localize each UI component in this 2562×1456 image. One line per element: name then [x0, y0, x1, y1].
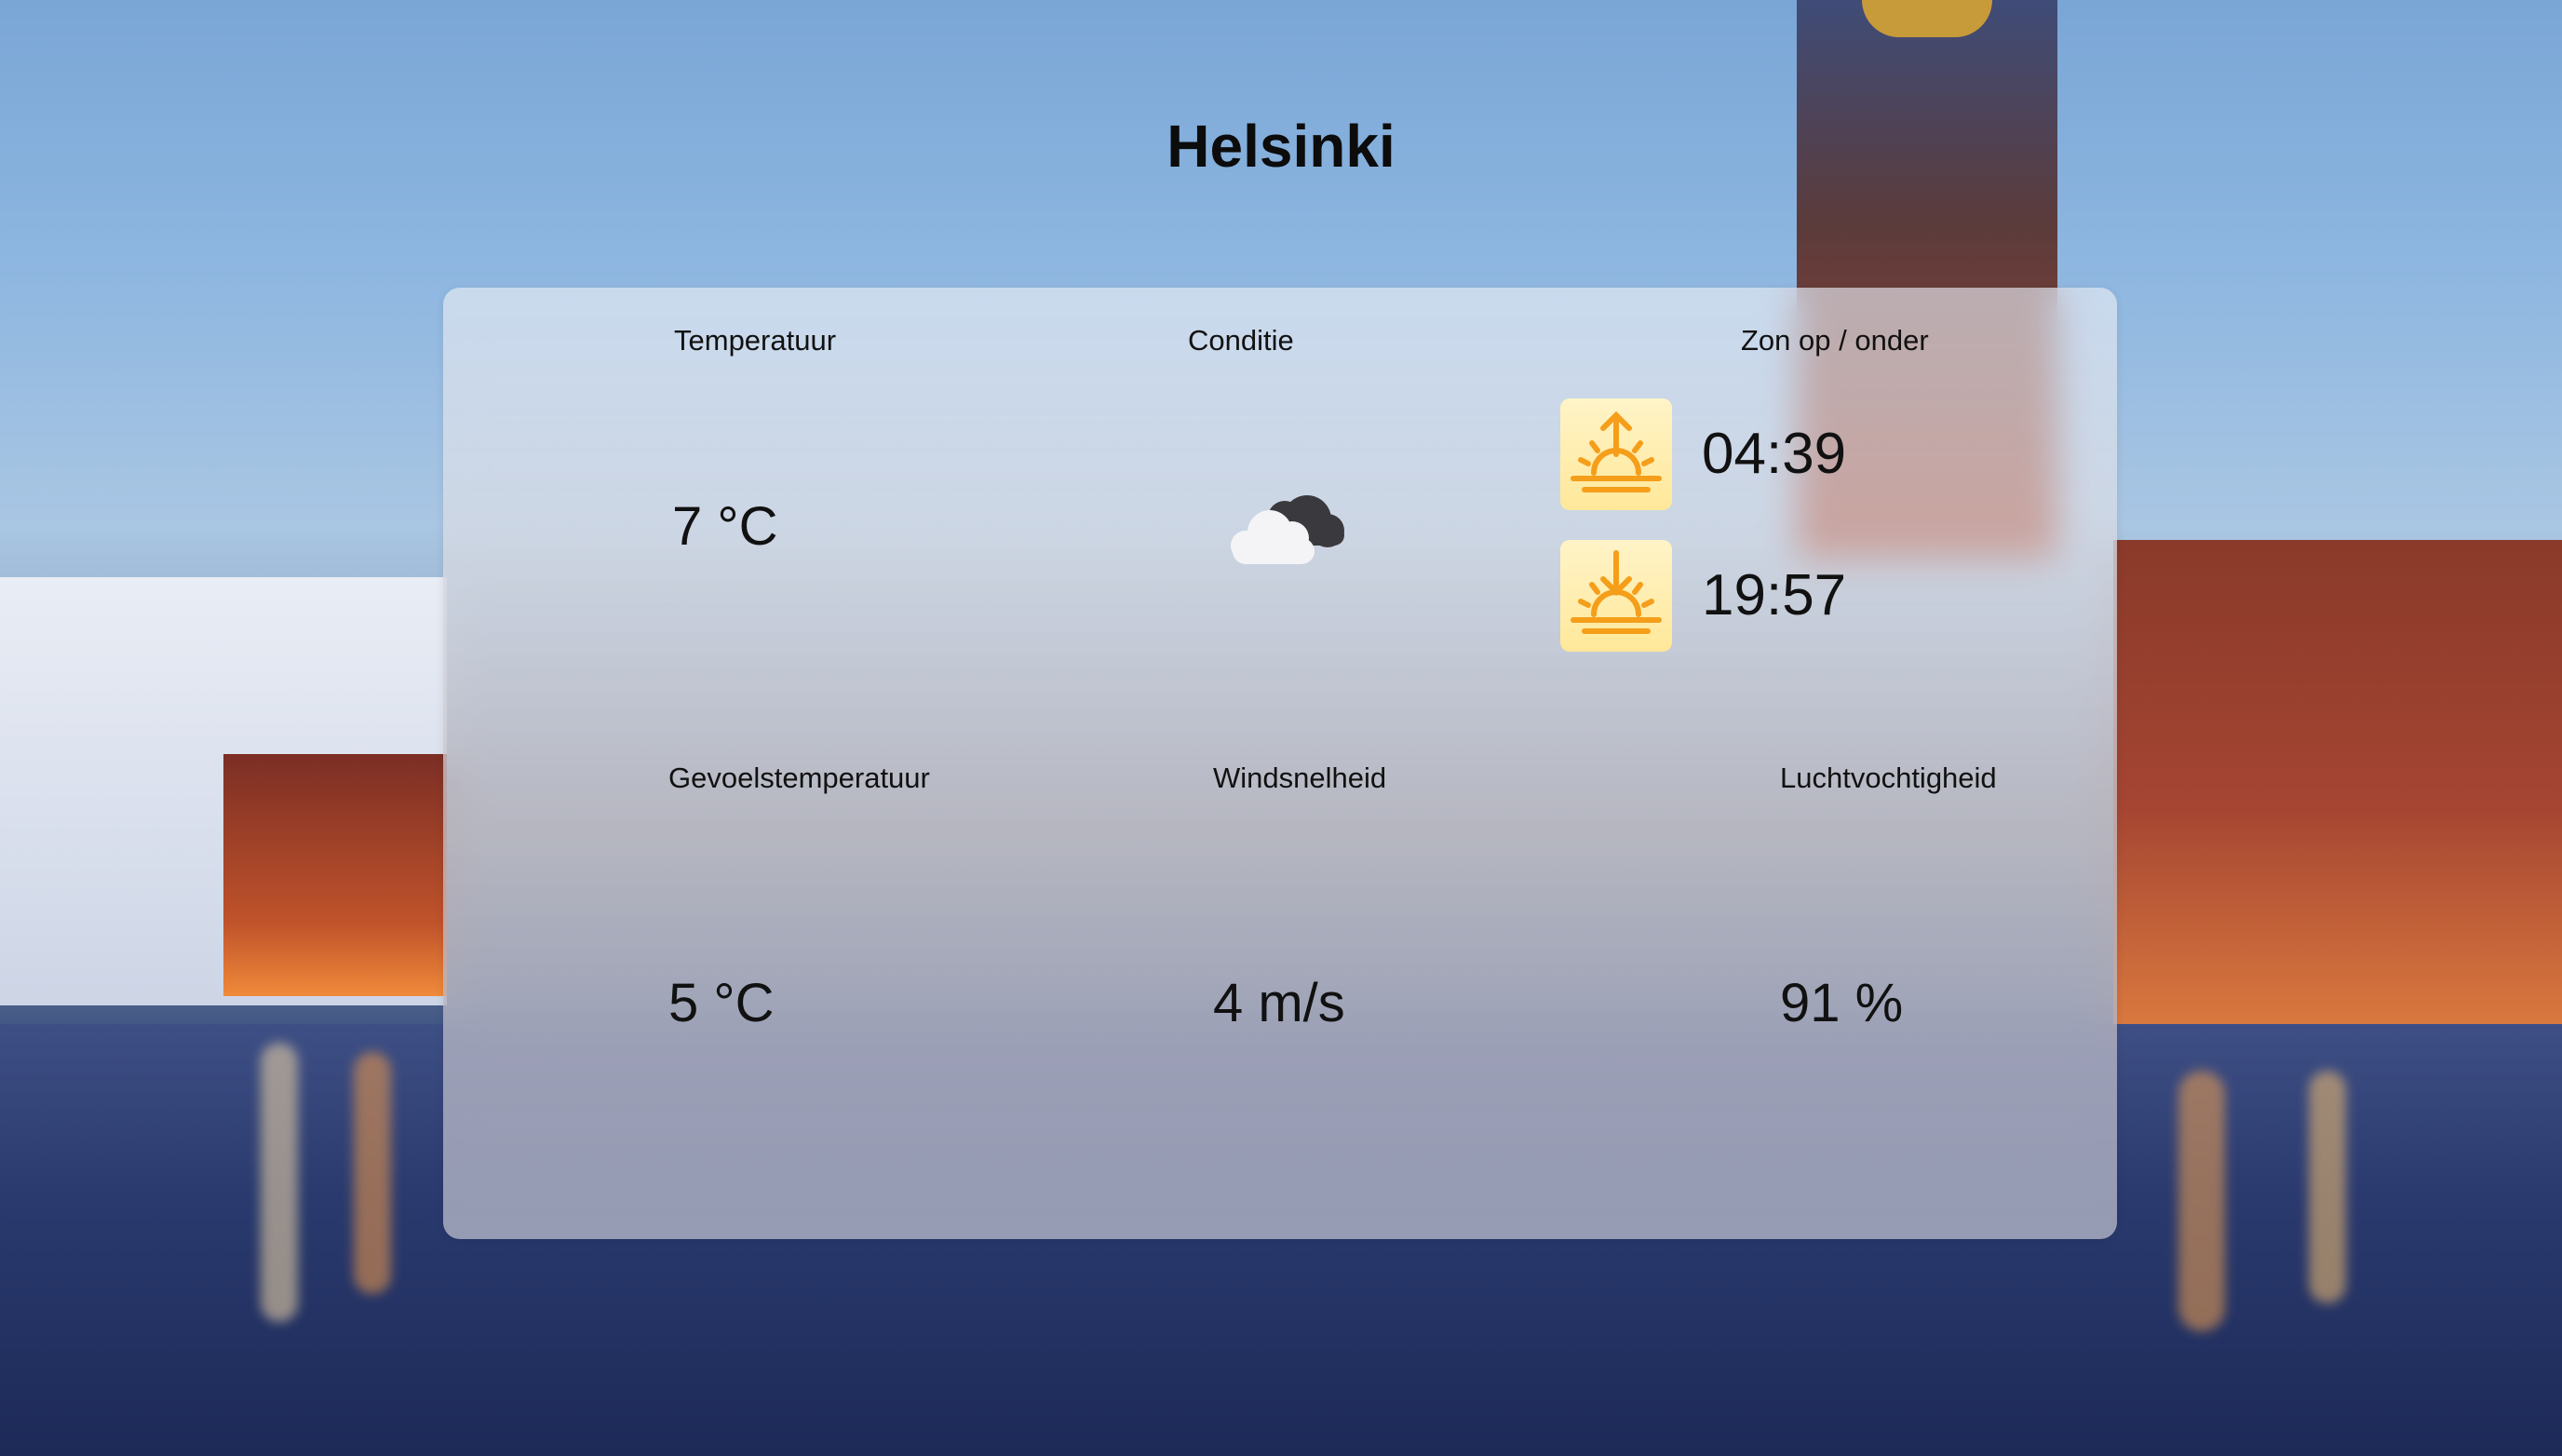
temperature-value: 7 °C [672, 496, 778, 557]
sunrise-icon [1560, 398, 1672, 510]
light-reflection [261, 1043, 298, 1322]
sunset-time: 19:57 [1702, 563, 1847, 627]
tower-cupola [1862, 0, 1992, 37]
condition-label: Conditie [1188, 324, 1294, 357]
humidity-label: Luchtvochtigheid [1780, 762, 1997, 794]
red-building-left [223, 754, 447, 996]
wind-value: 4 m/s [1213, 973, 1345, 1033]
sunset-icon [1560, 540, 1672, 652]
wind-label: Windsnelheid [1213, 762, 1387, 794]
sun-label: Zon op / onder [1741, 324, 1929, 357]
temperature-label: Temperatuur [674, 324, 837, 357]
city-title: Helsinki [1166, 113, 1396, 180]
light-reflection [2309, 1071, 2346, 1303]
humidity-value: 91 % [1780, 973, 1904, 1033]
cloudy-icon [1214, 480, 1352, 573]
sunrise-time: 04:39 [1702, 422, 1847, 486]
feels-like-label: Gevoelstemperatuur [668, 762, 930, 794]
red-building-right [2113, 540, 2562, 1024]
light-reflection [2178, 1071, 2225, 1331]
feels-like-value: 5 °C [668, 973, 775, 1033]
light-reflection [354, 1052, 391, 1294]
